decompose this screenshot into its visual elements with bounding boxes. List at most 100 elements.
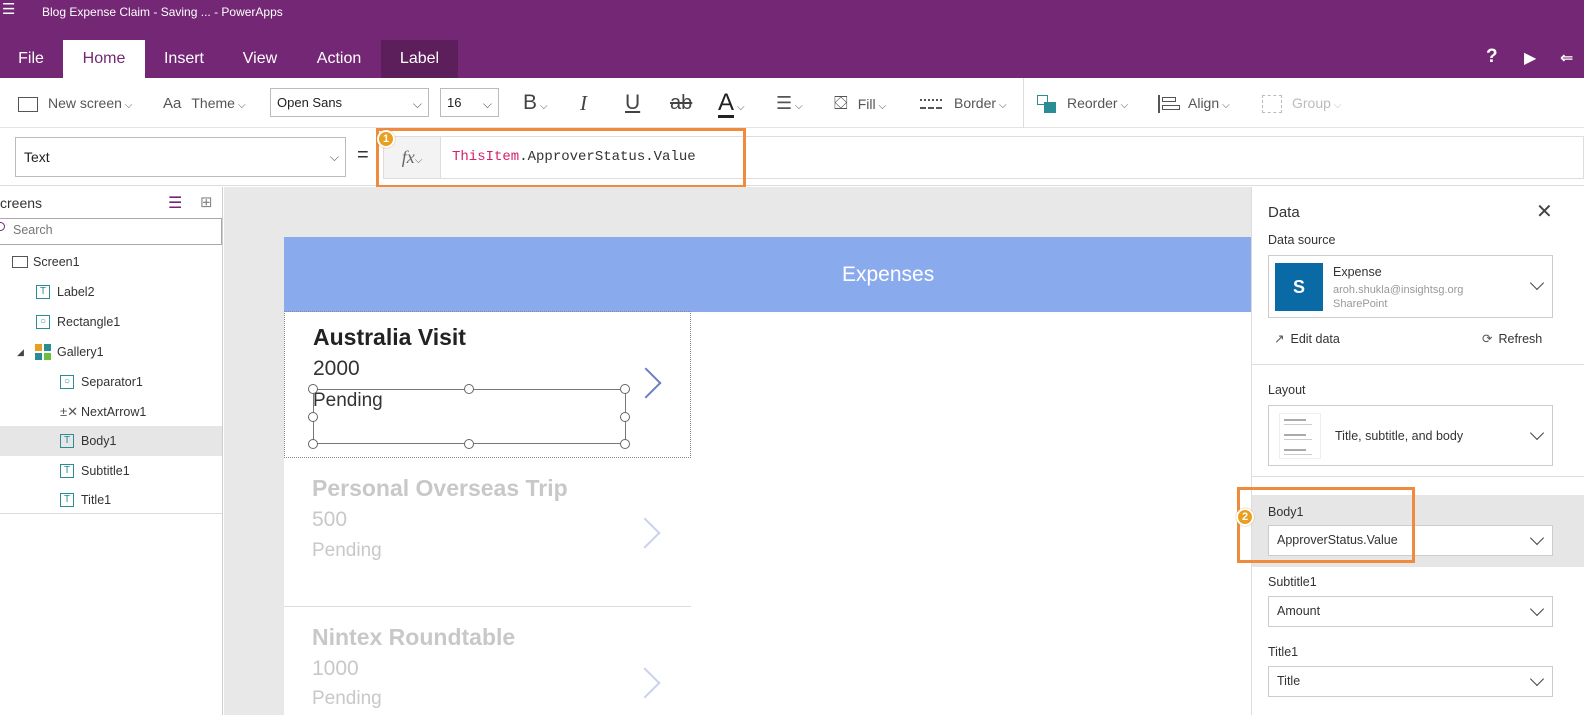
highlight-box-body-field: [1237, 487, 1415, 563]
tree-item-separator1[interactable]: ○ Separator1: [0, 367, 222, 397]
window-title: Blog Expense Claim - Saving ... - PowerA…: [42, 5, 283, 19]
chevron-down-icon: [1529, 275, 1545, 291]
layout-dropdown[interactable]: Title, subtitle, and body: [1268, 405, 1553, 466]
refresh-label: Refresh: [1498, 332, 1543, 346]
resize-handle[interactable]: [620, 384, 630, 394]
theme-button[interactable]: Aa Theme ⌵: [163, 78, 246, 128]
font-size-value: 16: [447, 95, 462, 110]
tree-item-label: Label2: [57, 285, 95, 299]
resize-handle[interactable]: [308, 384, 318, 394]
new-screen-button[interactable]: New screen ⌵: [18, 78, 133, 128]
tree-item-gallery1[interactable]: ◢ Gallery1: [0, 337, 222, 367]
paint-bucket-icon: ⛋: [834, 93, 848, 113]
tree-item-label2[interactable]: T Label2: [0, 277, 222, 307]
play-icon[interactable]: ▶: [1524, 48, 1536, 68]
shape-icon: ○: [60, 375, 74, 389]
layout-value: Title, subtitle, and body: [1335, 429, 1464, 443]
italic-button[interactable]: I: [580, 78, 587, 128]
gallery-item-title: Nintex Roundtable: [312, 624, 516, 650]
equals-sign: =: [357, 144, 369, 166]
screen-icon: [12, 256, 28, 268]
refresh-button[interactable]: ⟳ Refresh: [1482, 331, 1542, 346]
text-align-button[interactable]: ☰ ⌵: [776, 78, 803, 128]
next-arrow-icon[interactable]: [630, 367, 662, 399]
gallery-item[interactable]: Nintex Roundtable 1000 Pending: [284, 608, 691, 715]
tab-action[interactable]: Action: [302, 40, 376, 78]
resize-handle[interactable]: [464, 439, 474, 449]
app-header-title: Expenses: [842, 263, 935, 286]
gallery-item-subtitle: 1000: [312, 657, 359, 680]
tree-item-title1[interactable]: T Title1: [0, 485, 222, 515]
label-icon: T: [60, 493, 74, 507]
bold-label: B: [523, 91, 538, 114]
gallery-item-body: Pending: [312, 540, 382, 561]
resize-handle[interactable]: [620, 439, 630, 449]
tab-file[interactable]: File: [8, 40, 54, 78]
subtitle-field-value: Amount: [1277, 604, 1321, 618]
tree-item-screen1[interactable]: Screen1: [0, 247, 222, 277]
tree-item-label: Separator1: [81, 375, 143, 389]
tree-view-icon[interactable]: ☰: [168, 193, 182, 213]
search-input[interactable]: [13, 223, 213, 237]
edit-pencil-icon: ↗: [1274, 332, 1285, 346]
title-field-dropdown[interactable]: Title: [1268, 666, 1553, 697]
resize-handle[interactable]: [464, 384, 474, 394]
label-icon: T: [36, 285, 50, 299]
step-badge-1: 1: [377, 130, 395, 148]
formula-bar: Text ⌵ = fx⌵ ThisItem.ApproverStatus.Valu…: [0, 128, 1584, 186]
toolbar-divider: [1023, 78, 1024, 128]
resize-handle[interactable]: [308, 439, 318, 449]
underline-button[interactable]: U: [625, 78, 640, 128]
thumbnail-view-icon[interactable]: ⊞: [200, 193, 213, 211]
tab-view[interactable]: View: [232, 40, 288, 78]
align-button[interactable]: Align ⌵: [1158, 78, 1230, 128]
new-screen-icon: [18, 96, 38, 112]
layout-thumbnail-icon: [1279, 413, 1321, 459]
close-icon[interactable]: ✕: [1536, 199, 1553, 224]
tree-item-subtitle1[interactable]: T Subtitle1: [0, 456, 222, 486]
tab-label[interactable]: Label: [381, 40, 458, 78]
chevron-down-icon: ⌵: [412, 97, 422, 111]
reorder-button[interactable]: Reorder ⌵: [1037, 78, 1128, 128]
tree-item-label: Rectangle1: [57, 315, 121, 329]
font-dropdown[interactable]: Open Sans ⌵: [270, 88, 429, 117]
selection-box[interactable]: [313, 389, 626, 444]
fill-button[interactable]: ⛋ Fill ⌵: [834, 78, 886, 128]
panel-divider: [1252, 476, 1584, 477]
bold-button[interactable]: B ⌵: [523, 78, 548, 128]
hamburger-menu-icon[interactable]: ☰: [2, 2, 15, 18]
data-source-dropdown[interactable]: S Expense aroh.shukla@insightsg.org Shar…: [1268, 255, 1553, 318]
search-box[interactable]: [0, 218, 222, 245]
subtitle-field-dropdown[interactable]: Amount: [1268, 596, 1553, 627]
tree-item-rectangle1[interactable]: ○ Rectangle1: [0, 307, 222, 337]
group-button[interactable]: Group ⌵: [1262, 78, 1342, 128]
resize-handle[interactable]: [308, 412, 318, 422]
back-arrow-icon[interactable]: ⇐: [1560, 48, 1573, 68]
next-arrow-icon[interactable]: [629, 517, 661, 549]
edit-data-button[interactable]: ↗ Edit data: [1274, 331, 1340, 346]
chevron-down-icon: [1529, 601, 1545, 617]
property-dropdown[interactable]: Text ⌵: [15, 137, 346, 177]
border-button[interactable]: Border ⌵: [920, 78, 1007, 128]
tab-home[interactable]: Home: [63, 40, 145, 78]
gallery-item-body: Pending: [312, 688, 382, 709]
collapse-triangle-icon[interactable]: ◢: [17, 337, 24, 367]
align-icon: [1158, 95, 1180, 114]
panel-divider: [1252, 364, 1584, 365]
chevron-down-icon: [1529, 425, 1545, 441]
tab-insert[interactable]: Insert: [152, 40, 216, 78]
font-color-label: A: [718, 89, 735, 118]
font-size-dropdown[interactable]: 16 ⌵: [440, 88, 499, 117]
font-color-button[interactable]: A ⌵: [718, 78, 745, 128]
tree-item-body1[interactable]: T Body1: [0, 426, 222, 456]
font-value: Open Sans: [277, 95, 343, 110]
gallery-item[interactable]: Personal Overseas Trip 500 Pending: [284, 459, 691, 607]
group-label: Group: [1292, 95, 1331, 111]
tree-item-nextarrow1[interactable]: ±✕ NextArrow1: [0, 397, 222, 427]
resize-handle[interactable]: [620, 412, 630, 422]
strikethrough-button[interactable]: ab: [670, 78, 692, 128]
title-field-label: Title1: [1268, 645, 1299, 659]
help-icon[interactable]: ?: [1486, 46, 1498, 68]
app-header[interactable]: Expenses: [284, 237, 1251, 312]
next-arrow-icon[interactable]: [629, 667, 661, 699]
